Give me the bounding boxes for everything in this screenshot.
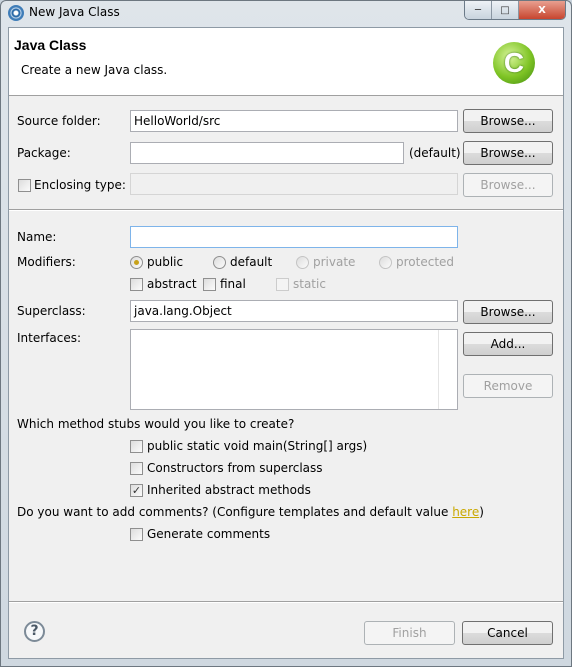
java-class-icon: C xyxy=(493,42,535,84)
inherited-abstract-checkbox[interactable]: ✓ xyxy=(130,484,143,497)
comments-question: Do you want to add comments? (Configure … xyxy=(17,505,484,519)
generate-comments-label: Generate comments xyxy=(147,527,271,541)
maximize-icon: □ xyxy=(500,4,510,16)
separator xyxy=(9,601,563,603)
protected-label: protected xyxy=(396,255,455,269)
private-radio[interactable] xyxy=(296,256,309,269)
help-icon[interactable]: ? xyxy=(24,621,45,642)
name-label: Name: xyxy=(17,230,57,244)
wizard-header: Java Class Create a new Java class. C xyxy=(9,28,563,96)
window-title: New Java Class xyxy=(29,5,120,19)
protected-radio[interactable] xyxy=(379,256,392,269)
list-scrollbar-divider xyxy=(438,330,439,409)
eclipse-icon xyxy=(8,5,24,21)
interfaces-label: Interfaces: xyxy=(17,331,82,345)
configure-templates-link[interactable]: here xyxy=(452,505,479,519)
method-stubs-question: Which method stubs would you like to cre… xyxy=(17,417,295,431)
final-checkbox[interactable] xyxy=(203,278,216,291)
generate-comments-checkbox[interactable] xyxy=(130,528,143,541)
cancel-button[interactable]: Cancel xyxy=(462,621,553,645)
finish-button[interactable]: Finish xyxy=(364,621,455,645)
abstract-checkbox[interactable] xyxy=(130,278,143,291)
enclosing-type-browse-button[interactable]: Browse... xyxy=(463,173,553,197)
remove-interface-button[interactable]: Remove xyxy=(463,374,553,398)
separator xyxy=(9,209,563,211)
window-controls: ─ □ X xyxy=(464,1,566,20)
name-input[interactable] xyxy=(130,226,458,248)
main-method-label: public static void main(String[] args) xyxy=(147,439,368,453)
superclass-input[interactable]: java.lang.Object xyxy=(130,300,458,322)
package-input[interactable] xyxy=(130,142,404,164)
add-interface-button[interactable]: Add... xyxy=(463,332,553,356)
static-checkbox[interactable] xyxy=(276,278,289,291)
superclass-browse-button[interactable]: Browse... xyxy=(463,300,553,324)
superclass-label: Superclass: xyxy=(17,304,86,318)
abstract-label: abstract xyxy=(147,277,197,291)
checkmark-icon: ✓ xyxy=(131,484,142,497)
package-label: Package: xyxy=(17,146,71,160)
inherited-abstract-label: Inherited abstract methods xyxy=(147,483,311,497)
enclosing-type-checkbox[interactable] xyxy=(18,179,31,192)
final-label: final xyxy=(220,277,246,291)
page-description: Create a new Java class. xyxy=(21,63,168,77)
main-method-checkbox[interactable] xyxy=(130,440,143,453)
maximize-button[interactable]: □ xyxy=(492,1,519,19)
constructors-label: Constructors from superclass xyxy=(147,461,323,475)
source-folder-input[interactable]: HelloWorld/src xyxy=(130,110,458,132)
package-browse-button[interactable]: Browse... xyxy=(463,141,553,165)
source-folder-label: Source folder: xyxy=(17,114,101,128)
minimize-button[interactable]: ─ xyxy=(465,1,492,19)
public-label: public xyxy=(147,255,184,269)
default-label: default xyxy=(230,255,273,269)
default-radio[interactable] xyxy=(213,256,226,269)
enclosing-type-input[interactable] xyxy=(130,173,458,195)
dialog-body: Java Class Create a new Java class. C So… xyxy=(8,27,564,659)
package-default-hint: (default) xyxy=(409,146,461,160)
minimize-icon: ─ xyxy=(474,4,482,16)
close-button[interactable]: X xyxy=(519,1,565,19)
constructors-checkbox[interactable] xyxy=(130,462,143,475)
page-title: Java Class xyxy=(14,37,87,53)
interfaces-list[interactable] xyxy=(130,329,458,410)
private-label: private xyxy=(313,255,356,269)
close-icon: X xyxy=(538,4,546,16)
public-radio[interactable] xyxy=(130,256,143,269)
static-label: static xyxy=(293,277,326,291)
enclosing-type-label: Enclosing type: xyxy=(34,178,126,192)
modifiers-label: Modifiers: xyxy=(17,255,76,269)
source-folder-browse-button[interactable]: Browse... xyxy=(463,109,553,133)
